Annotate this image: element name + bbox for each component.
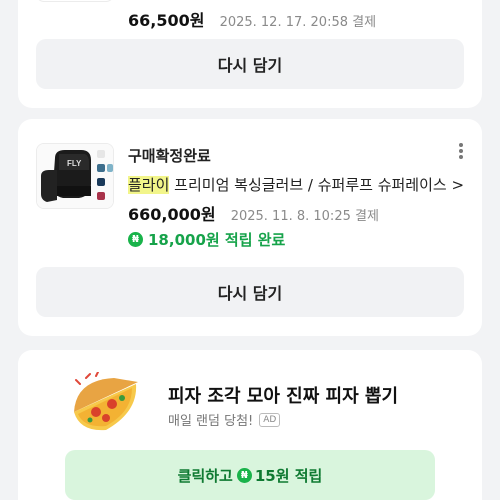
naver-pay-coin-icon: ₦ bbox=[236, 467, 252, 483]
more-vertical-icon[interactable] bbox=[454, 141, 468, 161]
product-name-link[interactable]: 플라이 프리미엄 복싱글러브 / 슈퍼루프 슈퍼레이스 > bbox=[128, 174, 464, 195]
ad-card[interactable]: 피자 조각 모아 진짜 피자 뽑기 매일 랜덤 당첨! AD 클릭하고 ₦ 15… bbox=[18, 350, 482, 500]
order-card-1: 66,500원 2025. 12. 17. 20:58 결제 다시 담기 bbox=[18, 0, 482, 108]
brand-name: 플라이 bbox=[128, 176, 170, 194]
payment-date: 2025. 11. 8. 10:25 결제 bbox=[230, 209, 379, 224]
glove-logo: FLY bbox=[67, 159, 82, 168]
order-status: 구매확정완료 bbox=[128, 147, 211, 165]
payment-date: 2025. 12. 17. 20:58 결제 bbox=[219, 15, 377, 30]
reward-suffix: 15원 적립 bbox=[254, 466, 323, 485]
ad-title: 피자 조각 모아 진짜 피자 뽑기 bbox=[168, 386, 399, 407]
rebuy-button[interactable]: 다시 담기 bbox=[36, 39, 464, 89]
ad-subtitle: 매일 랜덤 당첨! AD bbox=[168, 410, 281, 429]
points-earned: ₦ 18,000원 적립 완료 bbox=[128, 229, 285, 250]
ad-badge: AD bbox=[259, 412, 281, 427]
order-price: 66,500원 bbox=[128, 11, 205, 30]
ad-subtitle-text: 매일 랜덤 당첨! bbox=[168, 414, 254, 429]
pizza-icon bbox=[74, 372, 138, 431]
order-card-2: FLY 구매확정완료 플라이 프리미엄 복싱글러브 / 슈퍼루프 슈퍼레이스 >… bbox=[18, 119, 482, 336]
product-thumbnail[interactable] bbox=[36, 0, 114, 2]
order-price: 660,000원 bbox=[128, 205, 216, 224]
points-label: 18,000원 적립 완료 bbox=[148, 231, 286, 249]
naver-pay-coin-icon: ₦ bbox=[128, 232, 143, 247]
rebuy-button[interactable]: 다시 담기 bbox=[36, 267, 464, 317]
reward-prefix: 클릭하고 bbox=[177, 466, 233, 485]
product-title: 프리미엄 복싱글러브 / 슈퍼루프 슈퍼레이스 > bbox=[169, 176, 465, 194]
product-thumbnail[interactable]: FLY bbox=[36, 143, 114, 209]
click-reward-button[interactable]: 클릭하고 ₦ 15원 적립 bbox=[65, 450, 435, 500]
